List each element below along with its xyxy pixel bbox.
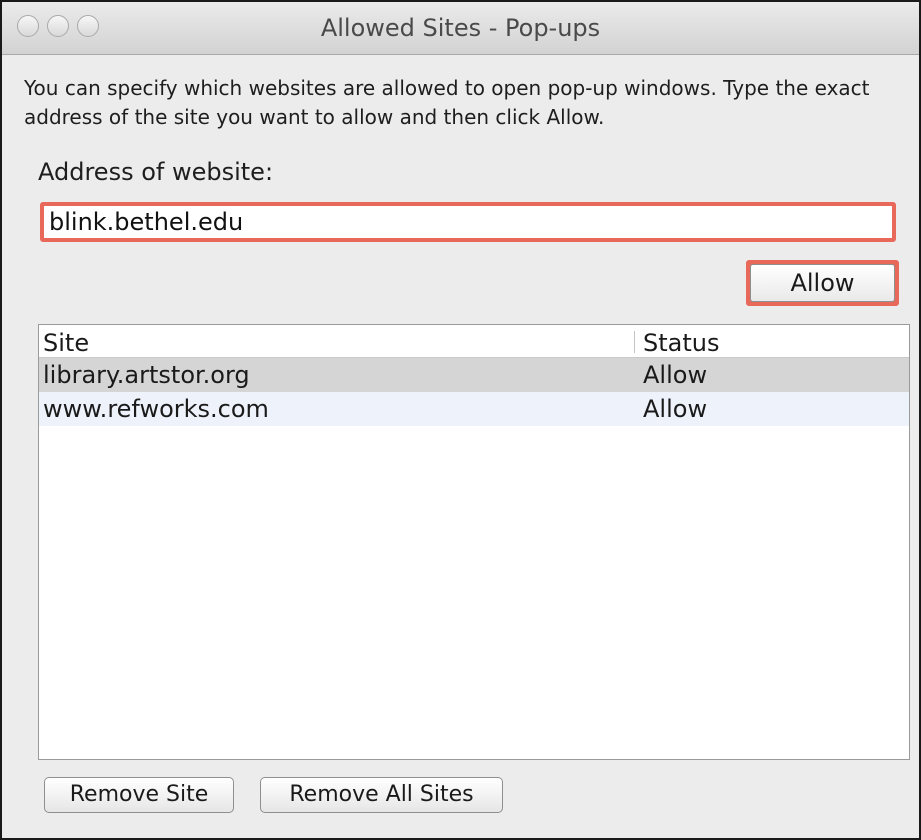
- window-title: Allowed Sites - Pop-ups: [320, 14, 601, 42]
- status-cell: Allow: [643, 361, 708, 389]
- table-row[interactable]: www.refworks.com Allow: [39, 392, 909, 426]
- column-header-site[interactable]: Site: [43, 329, 89, 357]
- remove-all-sites-button[interactable]: Remove All Sites: [260, 777, 503, 813]
- remove-site-button[interactable]: Remove Site: [44, 777, 234, 813]
- column-header-status[interactable]: Status: [643, 329, 719, 357]
- description-text: You can specify which websites are allow…: [24, 76, 870, 129]
- address-input[interactable]: [40, 202, 896, 242]
- site-cell: library.artstor.org: [43, 361, 250, 389]
- table-row[interactable]: library.artstor.org Allow: [39, 358, 909, 392]
- site-cell: www.refworks.com: [43, 395, 269, 423]
- allowed-sites-table[interactable]: Site Status library.artstor.org Allow ww…: [38, 324, 910, 760]
- allow-button-highlight: Allow: [746, 260, 899, 306]
- allow-button[interactable]: Allow: [750, 264, 895, 302]
- status-cell: Allow: [643, 395, 708, 423]
- column-divider: [634, 331, 635, 353]
- allowed-sites-dialog: Allowed Sites - Pop-ups You can specify …: [0, 0, 921, 840]
- title-bar[interactable]: Allowed Sites - Pop-ups: [2, 2, 919, 55]
- table-header: Site Status: [39, 325, 909, 358]
- address-label: Address of website:: [38, 158, 274, 186]
